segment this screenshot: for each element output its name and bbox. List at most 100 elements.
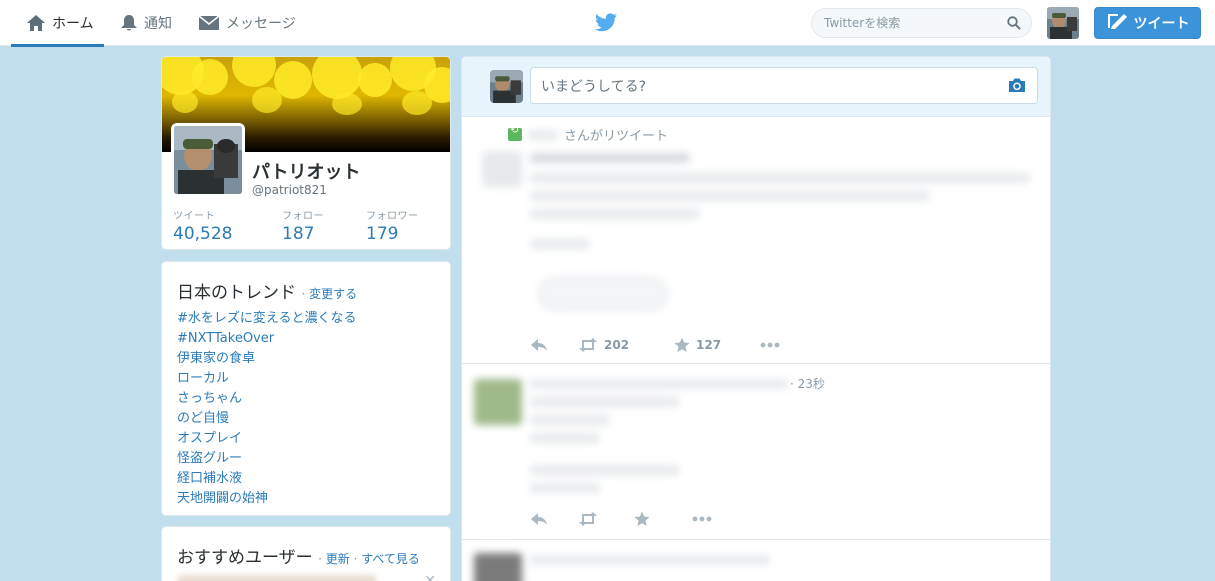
stat-following[interactable]: フォロー 187	[282, 207, 324, 244]
profile-avatar[interactable]	[171, 123, 245, 197]
more-action[interactable]	[692, 516, 712, 522]
trend-item[interactable]: さっちゃん	[177, 389, 435, 409]
tweet-actions: 202 127	[530, 337, 780, 353]
retweet-action[interactable]: 202	[578, 338, 674, 352]
tweet-avatar-blurred[interactable]	[482, 151, 522, 187]
favorite-action[interactable]: 127	[674, 337, 760, 353]
tweet-timestamp[interactable]: · 23秒	[790, 375, 825, 392]
nav-messages[interactable]: メッセージ	[198, 0, 296, 46]
tweet[interactable]: さんがリツイート 202 127	[462, 117, 1050, 364]
wtf-refresh-link[interactable]: 更新	[326, 552, 350, 566]
nav-messages-label: メッセージ	[226, 16, 296, 32]
trend-item[interactable]: 伊東家の食卓	[177, 349, 435, 369]
envelope-icon	[198, 15, 220, 31]
nav-notifications[interactable]: 通知	[120, 0, 172, 46]
search-input[interactable]	[811, 8, 1032, 38]
camera-icon[interactable]	[1007, 77, 1027, 97]
tweet-text-blurred	[530, 483, 600, 493]
star-icon	[674, 337, 690, 352]
nav-home-label: ホーム	[52, 16, 94, 32]
star-icon	[634, 511, 650, 526]
composer-avatar[interactable]	[490, 70, 523, 103]
retweet-action[interactable]	[578, 512, 634, 526]
trend-list: #水をレズに変えると濃くなる #NXTTakeOver 伊東家の食卓 ローカル …	[177, 309, 435, 509]
trend-item[interactable]: #水をレズに変えると濃くなる	[177, 309, 435, 329]
tweet-composer: いまどうしてる?	[462, 57, 1050, 117]
dismiss-icon[interactable]: ✕	[424, 573, 436, 581]
profile-name[interactable]: パトリオット	[252, 158, 361, 184]
who-to-follow-header: おすすめユーザー · 更新 · すべて見る	[177, 543, 435, 568]
tweet-card-button-blurred[interactable]	[538, 277, 668, 311]
stat-tweets[interactable]: ツイート 40,528	[173, 207, 232, 244]
trend-item[interactable]: 経口補水液	[177, 469, 435, 489]
stat-tweets-value: 40,528	[173, 224, 233, 244]
stat-tweets-label: ツイート	[173, 211, 215, 222]
suggested-user-blurred[interactable]	[177, 575, 377, 581]
trends-separator: ·	[301, 287, 306, 301]
retweeter-name-blurred[interactable]	[528, 129, 558, 140]
more-icon	[692, 516, 712, 522]
trend-item[interactable]: のど自慢	[177, 409, 435, 429]
reply-icon	[531, 513, 547, 525]
tweet-author-blurred[interactable]	[530, 379, 788, 389]
tweet-text-blurred	[530, 209, 700, 219]
twitter-bird-icon[interactable]	[595, 13, 617, 36]
stat-followers[interactable]: フォロワー 179	[366, 207, 419, 244]
trends-change-link[interactable]: 変更する	[309, 287, 357, 301]
stat-following-value: 187	[282, 224, 315, 244]
tweet-text-blurred	[530, 433, 600, 443]
favorite-count: 127	[696, 338, 722, 352]
trends-title: 日本のトレンド	[177, 283, 296, 303]
tweet-avatar-blurred[interactable]	[474, 553, 522, 581]
retweet-context-label: さんがリツイート	[564, 129, 669, 144]
tweet-text-blurred	[530, 415, 610, 425]
tweet-author-blurred[interactable]	[530, 153, 690, 163]
wtf-separator: ·	[318, 552, 322, 566]
favorite-action[interactable]	[634, 511, 692, 527]
tweet[interactable]: · 23秒	[462, 365, 1050, 540]
who-to-follow-title: おすすめユーザー	[177, 548, 313, 568]
stat-following-label: フォロー	[282, 211, 324, 222]
who-to-follow-module: おすすめユーザー · 更新 · すべて見る ✕	[161, 526, 451, 581]
wtf-separator-2: ·	[353, 552, 358, 566]
compose-icon	[1106, 12, 1128, 34]
trend-item[interactable]: オスプレイ	[177, 429, 435, 449]
search-icon[interactable]	[1007, 15, 1021, 34]
trend-item[interactable]: #NXTTakeOver	[177, 329, 435, 349]
tweet-avatar-blurred[interactable]	[474, 379, 522, 425]
nav-notifications-label: 通知	[144, 16, 172, 32]
trend-item[interactable]: 天地開闢の始神	[177, 489, 435, 509]
tweet-button[interactable]: ツイート	[1094, 7, 1201, 39]
tweet-text-blurred	[530, 239, 590, 249]
reply-action[interactable]	[530, 512, 578, 526]
retweet-icon	[579, 512, 597, 526]
tweet-text-blurred	[530, 465, 680, 475]
profile-handle[interactable]: @patriot821	[252, 183, 327, 197]
tweet-text-blurred	[530, 173, 1030, 183]
more-icon	[760, 342, 780, 348]
trend-item[interactable]: 怪盗グルー	[177, 449, 435, 469]
retweet-count: 202	[604, 338, 630, 352]
tweet[interactable]	[462, 541, 1050, 581]
profile-card: パトリオット @patriot821 ツイート 40,528 フォロー 187 …	[161, 56, 451, 250]
composer-input[interactable]: いまどうしてる?	[530, 67, 1038, 104]
tweet-actions	[530, 511, 712, 527]
top-navigation-bar: ホーム 通知 メッセージ ツイート	[0, 0, 1215, 47]
trend-item[interactable]: ローカル	[177, 369, 435, 389]
reply-icon	[531, 339, 547, 351]
retweet-icon	[579, 338, 597, 352]
nav-home[interactable]: ホーム	[11, 0, 104, 47]
stat-followers-label: フォロワー	[366, 211, 419, 222]
reply-action[interactable]	[530, 338, 578, 352]
tweet-author-blurred[interactable]	[530, 555, 770, 565]
retweet-badge-icon	[508, 125, 522, 141]
tweet-button-label: ツイート	[1133, 16, 1190, 32]
tweet-text-blurred	[530, 397, 680, 407]
more-action[interactable]	[760, 342, 780, 348]
account-avatar[interactable]	[1047, 7, 1079, 39]
wtf-view-all-link[interactable]: すべて見る	[361, 552, 420, 566]
trends-header: 日本のトレンド · 変更する	[177, 278, 435, 303]
retweet-context: さんがリツイート	[508, 125, 668, 144]
timeline: いまどうしてる? さんがリツイート 202	[461, 56, 1051, 581]
tweet-text-blurred	[530, 191, 930, 201]
